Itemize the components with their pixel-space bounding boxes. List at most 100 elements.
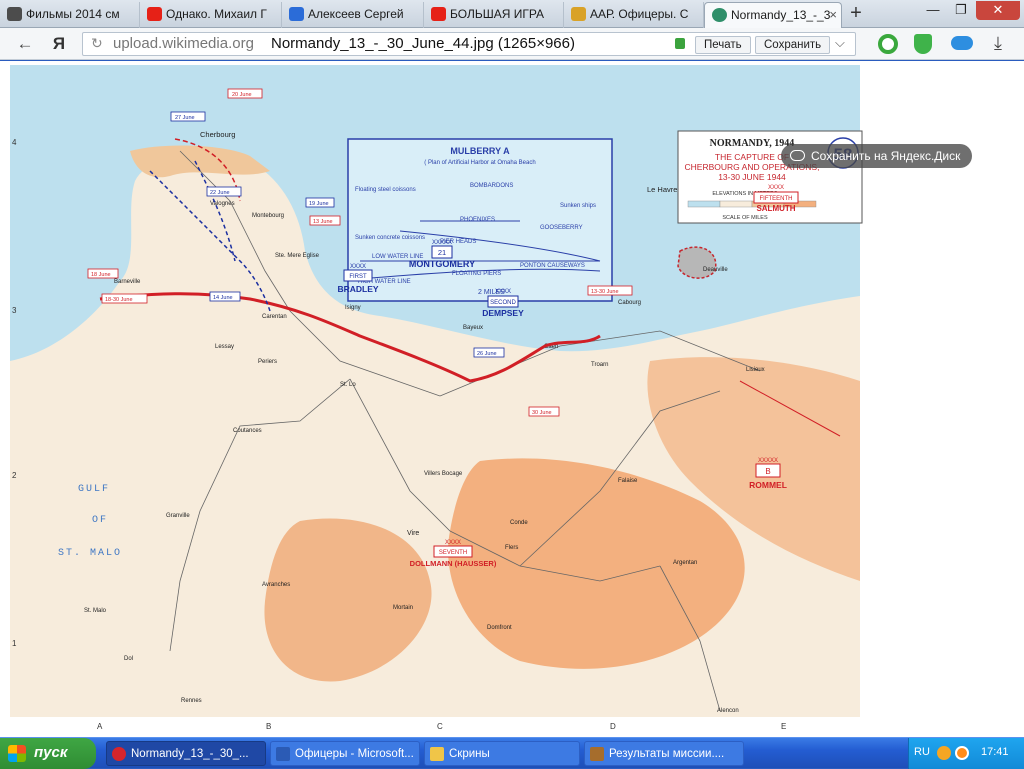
tab-bar: Фильмы 2014 см Однако. Михаил Г Алексеев… — [0, 0, 1024, 28]
place-label: Isigny — [345, 305, 361, 311]
commander-name: MONTGOMERY — [409, 259, 475, 269]
tab-alekseev[interactable]: Алексеев Сергей — [282, 2, 424, 28]
commander-name: DOLLMANN (HAUSSER) — [410, 559, 497, 568]
place-label: Ste. Mere Eglise — [275, 253, 320, 259]
normandy-map[interactable]: MULBERRY A ( Plan of Artificial Harbor a… — [0, 61, 868, 730]
command-number: B — [765, 467, 770, 476]
column-letter: E — [781, 722, 786, 730]
tab-films[interactable]: Фильмы 2014 см — [0, 2, 140, 28]
tab-big-game[interactable]: БОЛЬШАЯ ИГРА — [424, 2, 564, 28]
inset-label: PONTON CAUSEWAYS — [520, 263, 585, 269]
taskbar-item-word[interactable]: Офицеры - Microsoft... — [270, 741, 420, 766]
command-echelon: XXXXX — [432, 240, 452, 246]
place-label: Lessay — [215, 344, 234, 350]
sea-label: GULF — [78, 484, 110, 495]
notification-icon[interactable] — [937, 746, 951, 760]
back-button[interactable]: ← — [14, 33, 36, 55]
inset-label: GOOSEBERRY — [540, 225, 583, 231]
cloud-icon — [790, 150, 805, 161]
windows-logo-icon — [8, 745, 26, 762]
new-tab-button[interactable]: + — [846, 3, 866, 25]
inset-subtitle: ( Plan of Artificial Harbor at Omaha Bea… — [424, 160, 535, 166]
chevron-down-icon[interactable]: ⌵ — [835, 35, 845, 51]
command-echelon: XXXX — [350, 264, 366, 270]
taskbar-item-label: Результаты миссии.... — [609, 748, 725, 760]
taskbar-item-browser[interactable]: Normandy_13_-_30_... — [106, 741, 266, 766]
restore-button[interactable]: ❐ — [948, 1, 974, 20]
map-subtitle: THE CAPTURE OF — [715, 152, 789, 162]
system-tray: RU 17:41 — [908, 738, 1024, 769]
taskbar-item-folder[interactable]: Скрины — [424, 741, 580, 766]
place-label: Flers — [505, 545, 518, 551]
close-button[interactable]: ✕ — [976, 1, 1020, 20]
yandex-disk-save-button[interactable]: Сохранить на Яндекс.Диск — [781, 144, 973, 168]
place-label: Villers Bocage — [424, 471, 463, 477]
sea-label: OF — [92, 515, 108, 526]
place-label: Carentan — [262, 314, 287, 320]
close-tab-icon[interactable]: × — [829, 3, 837, 27]
taskbar-item-game[interactable]: Результаты миссии.... — [584, 741, 744, 766]
save-button[interactable]: Сохранить — [755, 36, 831, 54]
date-label: 22 June — [210, 190, 230, 196]
place-label: Lisieux — [746, 367, 765, 373]
refresh-extension-icon[interactable] — [878, 34, 898, 54]
taskbar-item-label: Офицеры - Microsoft... — [295, 748, 414, 760]
place-label: Deauville — [703, 267, 728, 273]
column-letter: B — [266, 722, 271, 730]
taskbar-item-label: Normandy_13_-_30_... — [131, 748, 249, 760]
tab-odnako[interactable]: Однако. Михаил Г — [140, 2, 282, 28]
column-letter: C — [437, 722, 443, 730]
app-tray-icon[interactable] — [955, 746, 969, 760]
place-label: Montebourg — [252, 213, 284, 219]
date-label: 18-30 June — [105, 297, 133, 303]
url-title: Normandy_13_-_30_June_44.jpg (1265×966) — [271, 35, 575, 52]
inset-label: BOMBARDONS — [470, 183, 513, 189]
tab-label: Фильмы 2014 см — [26, 7, 120, 21]
date-label: 18 June — [91, 272, 111, 278]
film-icon — [7, 7, 22, 21]
url-field[interactable]: ↻ upload.wikimedia.org Normandy_13_-_30_… — [82, 32, 856, 56]
scale-legend-label: SCALE OF MILES — [722, 215, 768, 221]
date-label: 20 June — [232, 92, 252, 98]
date-label: 27 June — [175, 115, 195, 121]
place-label: Argentan — [673, 560, 697, 566]
wikimedia-icon — [712, 8, 727, 22]
minimize-button[interactable]: — — [920, 1, 946, 20]
column-letter: D — [610, 722, 616, 730]
start-button[interactable]: пуск — [0, 738, 96, 769]
command-echelon: XXXX — [445, 540, 461, 546]
row-number: 3 — [12, 306, 17, 315]
date-label: 19 June — [309, 201, 329, 207]
command-number: FIFTEENTH — [760, 196, 793, 202]
address-bar: ← Я ↻ upload.wikimedia.org Normandy_13_-… — [0, 28, 1024, 60]
map-title: NORMANDY, 1944 — [710, 138, 795, 149]
row-number: 1 — [12, 639, 17, 648]
command-echelon: XXXX — [495, 289, 511, 295]
tab-aar[interactable]: ААР. Офицеры. С — [564, 2, 704, 28]
image-viewport: MULBERRY A ( Plan of Artificial Harbor a… — [0, 61, 1024, 737]
command-echelon: XXXXX — [758, 458, 778, 464]
shield-icon[interactable] — [914, 34, 932, 54]
place-label: Falaise — [618, 478, 638, 484]
tab-label: Однако. Михаил Г — [166, 7, 267, 21]
tab-normandy[interactable]: Normandy_13_-_3 × — [704, 2, 842, 28]
download-icon[interactable]: ⤓ — [988, 32, 1008, 54]
place-label: Alencon — [717, 708, 739, 714]
place-label: Vire — [407, 530, 419, 537]
taskbar: пуск Normandy_13_-_30_... Офицеры - Micr… — [0, 737, 1024, 769]
command-echelon: XXXX — [768, 185, 784, 191]
commander-name: ROMMEL — [749, 480, 787, 490]
language-indicator[interactable]: RU — [914, 746, 930, 758]
refresh-icon[interactable]: ↻ — [91, 35, 103, 52]
word-icon — [276, 747, 290, 761]
clock[interactable]: 17:41 — [981, 746, 1009, 758]
lock-icon — [675, 38, 685, 49]
youtube-icon — [431, 7, 446, 21]
yandex-button[interactable]: Я — [48, 33, 70, 55]
print-button[interactable]: Печать — [695, 36, 751, 54]
date-label: 14 June — [213, 295, 233, 301]
date-label: 13-30 June — [591, 289, 619, 295]
place-label: Valognes — [210, 201, 235, 207]
cloud-icon[interactable] — [951, 36, 973, 50]
command-number: SEVENTH — [439, 550, 467, 556]
